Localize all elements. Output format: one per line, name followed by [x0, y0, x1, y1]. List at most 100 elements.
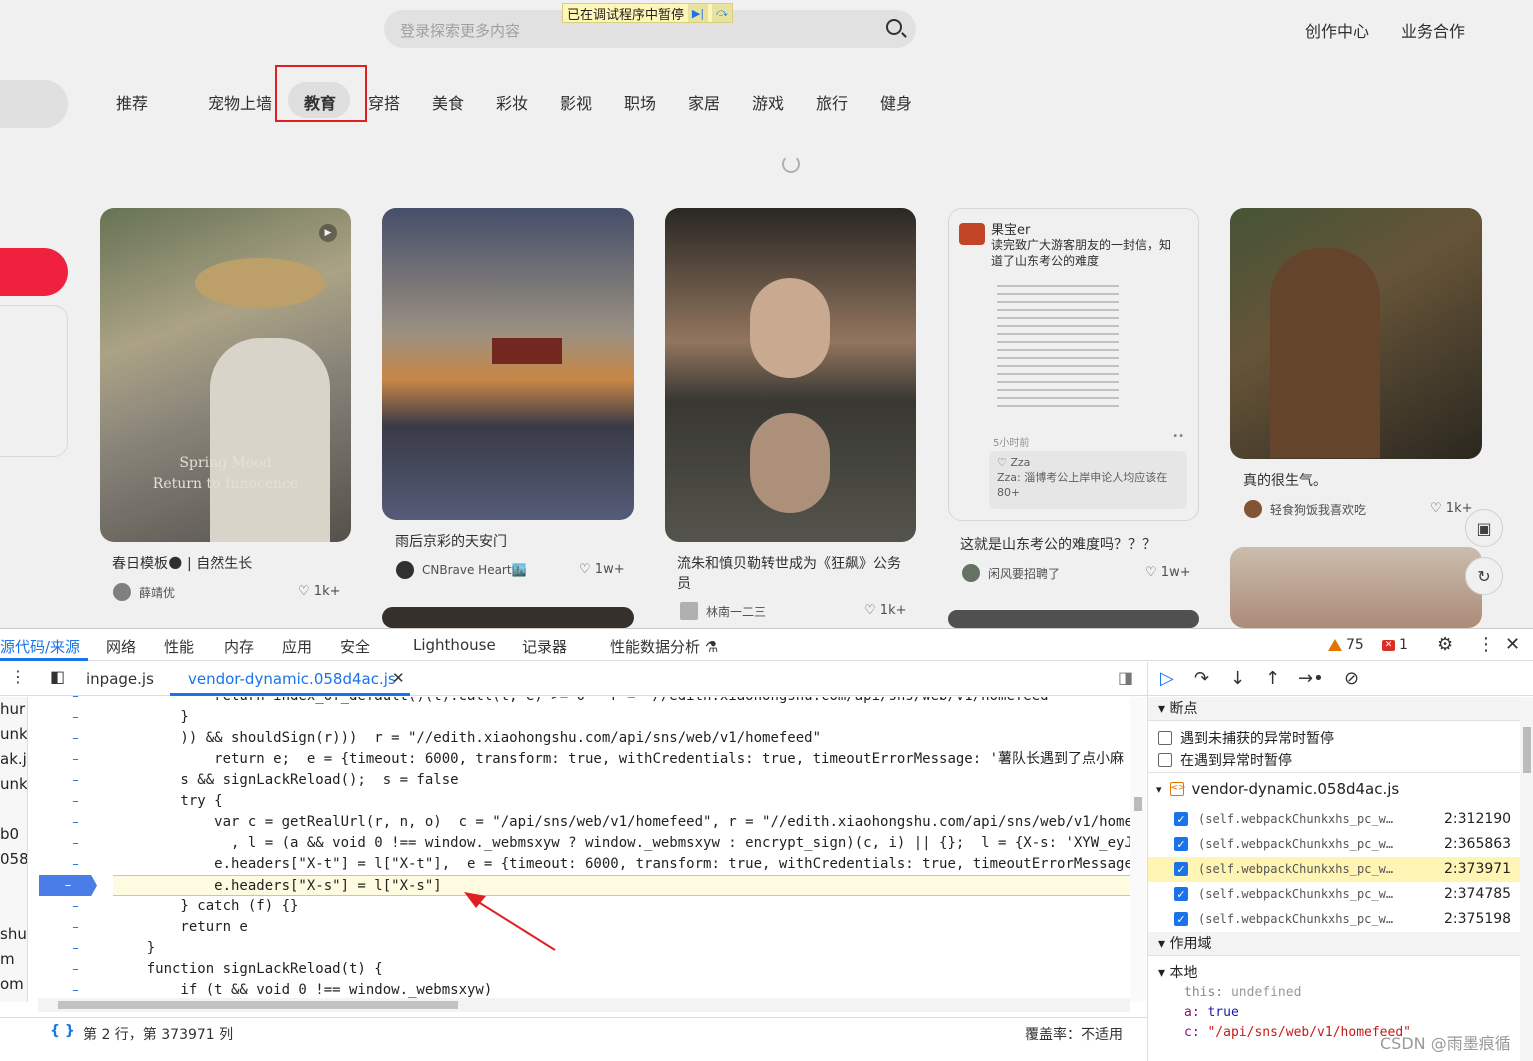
breakpoint-file-row[interactable]: ▾ <> vendor-dynamic.058d4ac.js: [1156, 780, 1399, 798]
card-image[interactable]: Spring Mood Return to Innocence ▶: [100, 208, 351, 542]
line-marker[interactable]: –: [38, 833, 113, 854]
tab-security[interactable]: 安全: [340, 636, 370, 657]
breakpoint-checkbox[interactable]: ✓: [1174, 812, 1188, 826]
creator-center-link[interactable]: 创作中心: [1305, 18, 1369, 42]
navigator-file-item[interactable]: [0, 797, 27, 822]
more-icon[interactable]: ••: [1172, 431, 1184, 442]
step-over-icon[interactable]: ⤼: [712, 4, 733, 22]
card-image[interactable]: [382, 607, 634, 628]
toggle-debugger-icon[interactable]: ◨: [1118, 668, 1133, 687]
resume-icon[interactable]: ▷: [1160, 668, 1174, 689]
like-count[interactable]: ♡ 1w+: [579, 562, 625, 577]
code-line[interactable]: function signLackReload(t) {: [113, 959, 383, 980]
tab-lighthouse[interactable]: Lighthouse: [413, 636, 496, 654]
pretty-print-icon[interactable]: { }: [50, 1023, 75, 1039]
editor-hscroll[interactable]: [38, 998, 1130, 1012]
editor-vscroll[interactable]: [1130, 697, 1146, 1002]
card-author[interactable]: 薛靖优: [113, 583, 175, 601]
navigator-file-item[interactable]: b0: [0, 822, 27, 847]
error-counter[interactable]: ✕ 1: [1382, 637, 1408, 653]
step-into-icon[interactable]: ↓: [1230, 668, 1245, 689]
category-tab[interactable]: 宠物上墙: [208, 90, 272, 114]
like-count[interactable]: ♡ 1k+: [1430, 501, 1473, 516]
file-navigator[interactable]: hurunkak.jsunkb0058shumom: [0, 697, 28, 1002]
line-marker[interactable]: –: [38, 896, 113, 917]
line-marker[interactable]: –: [38, 791, 113, 812]
navigator-file-item[interactable]: ak.js: [0, 747, 27, 772]
sidebar-scrollbar[interactable]: [1520, 697, 1533, 1061]
card-image[interactable]: [382, 208, 634, 520]
card-author[interactable]: 闲风要招聘了: [962, 564, 1060, 582]
breakpoint-checkbox[interactable]: ✓: [1174, 837, 1188, 851]
deactivate-breakpoints-icon[interactable]: ⊘: [1344, 668, 1359, 689]
category-tab[interactable]: 职场: [624, 90, 656, 114]
navigator-file-item[interactable]: m: [0, 947, 27, 972]
step-over-icon[interactable]: ↷: [1194, 668, 1209, 689]
breakpoint-checkbox[interactable]: ✓: [1174, 862, 1188, 876]
scope-variable[interactable]: this: undefined: [1184, 985, 1301, 1000]
code-line[interactable]: )) && shouldSign(r))) r = "//edith.xiaoh…: [113, 728, 821, 749]
card-title[interactable]: 春日模板🌑 | 自然生长: [112, 554, 252, 574]
navigator-file-item[interactable]: unk: [0, 772, 27, 797]
breakpoint-checkbox[interactable]: ✓: [1174, 887, 1188, 901]
category-tab[interactable]: 旅行: [816, 90, 848, 114]
file-tab-vendor[interactable]: vendor-dynamic.058d4ac.js: [188, 670, 396, 688]
code-line[interactable]: var c = getRealUrl(r, n, o) c = "/api/sn…: [113, 812, 1130, 833]
text-note-card[interactable]: 果宝er 读完致广大游客朋友的一封信，知道了山东考公的难度 5小时前 •• ♡ …: [948, 208, 1199, 521]
card-image[interactable]: [948, 610, 1199, 628]
tab-sources[interactable]: 源代码/来源: [0, 636, 80, 657]
category-tab[interactable]: 家居: [688, 90, 720, 114]
category-tab[interactable]: 美食: [432, 90, 464, 114]
scope-variable[interactable]: c: "/api/sns/web/v1/homefeed": [1184, 1025, 1411, 1040]
line-marker[interactable]: –: [38, 707, 113, 728]
toggle-navigator-icon[interactable]: ◧: [50, 667, 65, 686]
current-execution-line[interactable]: e.headers["X-s"] = l["X-s"]: [113, 875, 1130, 896]
code-line[interactable]: } catch (f) {}: [113, 896, 298, 917]
more-menu-icon[interactable]: ⋮: [10, 667, 26, 686]
scope-variable[interactable]: a: true: [1184, 1005, 1239, 1020]
line-marker[interactable]: –: [38, 959, 113, 980]
active-breakpoint-marker[interactable]: –: [39, 875, 97, 896]
scroll-thumb[interactable]: [1523, 727, 1531, 773]
step-icon[interactable]: →•: [1298, 668, 1324, 689]
card-image[interactable]: [665, 208, 916, 542]
navigator-file-item[interactable]: om: [0, 972, 27, 997]
tab-performance[interactable]: 性能: [164, 636, 194, 657]
category-tab[interactable]: 健身: [880, 90, 912, 114]
navigator-file-item[interactable]: shu: [0, 922, 27, 947]
scroll-thumb[interactable]: [58, 1001, 458, 1009]
code-line[interactable]: try {: [113, 791, 222, 812]
more-menu-icon[interactable]: ⋮: [1477, 634, 1495, 655]
line-marker[interactable]: –: [38, 917, 113, 938]
line-marker[interactable]: –: [38, 812, 113, 833]
line-gutter[interactable]: – – – – – – – – – – – – – – –: [38, 689, 113, 1002]
card-author[interactable]: 林南一二三: [680, 602, 766, 620]
image-icon[interactable]: ▣: [1465, 509, 1503, 547]
line-marker[interactable]: –: [38, 770, 113, 791]
code-line[interactable]: return index_of_default()(t).call(t, e) …: [113, 697, 1057, 707]
card-title[interactable]: 雨后京彩的天安门: [395, 532, 507, 552]
breakpoint-row[interactable]: ✓ (self.webpackChunkxhs_pc_w… 2:374785: [1148, 882, 1520, 907]
warning-counter[interactable]: 75: [1328, 637, 1364, 653]
pause-uncaught-option[interactable]: 遇到未捕获的异常时暂停: [1158, 728, 1334, 748]
tab-recorder[interactable]: 记录器: [522, 636, 567, 657]
like-count[interactable]: ♡ 1k+: [298, 584, 341, 599]
business-link[interactable]: 业务合作: [1401, 18, 1465, 42]
line-marker[interactable]: –: [38, 854, 113, 875]
tab-network[interactable]: 网络: [106, 636, 136, 657]
tab-performance-insights[interactable]: 性能数据分析 ⚗: [610, 636, 718, 657]
line-marker[interactable]: –: [38, 728, 113, 749]
resume-icon[interactable]: ▶|: [688, 4, 709, 22]
search-icon[interactable]: [886, 19, 902, 35]
like-count[interactable]: ♡ 1w+: [1145, 565, 1191, 580]
scroll-thumb[interactable]: [1134, 797, 1142, 811]
category-tab[interactable]: 游戏: [752, 90, 784, 114]
breakpoint-checkbox[interactable]: ✓: [1174, 912, 1188, 926]
category-tab[interactable]: 彩妆: [496, 90, 528, 114]
side-red-button[interactable]: [0, 248, 68, 296]
code-line[interactable]: }: [113, 707, 188, 728]
navigator-file-item[interactable]: [0, 872, 27, 897]
category-tab[interactable]: 影视: [560, 90, 592, 114]
code-line[interactable]: , l = (a && void 0 !== window._webmsxyw …: [113, 833, 1130, 854]
checkbox[interactable]: [1158, 731, 1172, 745]
